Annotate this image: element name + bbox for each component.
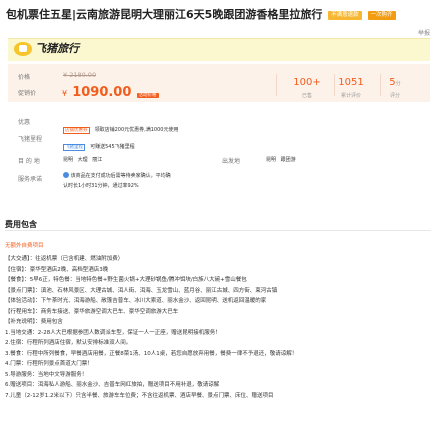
current-price-value: 1090.00 (72, 85, 132, 100)
package-line: 【体验活动】：下午茶时光、洱海游船、敞篷吉普车、冰川大索道、丽水金沙、返回昆明、… (5, 298, 267, 304)
origin-label: 出发地 (222, 158, 241, 165)
origin-2: 跟团游 (280, 157, 296, 163)
package-line: 6.赠送项目：洱海私人游船、丽水金沙、吉普车网红旅拍，赠送项目不用补退，敬请谅解 (5, 382, 220, 388)
fliggy-logo: 飞猪旅行 (14, 41, 84, 57)
rating-unit: 分 (395, 81, 401, 87)
package-details: 【大交通】：往返机票（已含机建、燃油附加费） 【住宿】：豪华型酒店2晚、高档型酒… (5, 254, 435, 401)
package-line: 1.当地交通：2-28人大巴根据参团人数调派车型，保证一人一正座，赠送昆明接机服… (5, 329, 221, 336)
review-count[interactable]: 1051 (326, 77, 376, 88)
product-title-text: 包机票住五星|云南旅游昆明大理丽江6天5晚跟团游香格里拉旅行 (6, 8, 323, 21)
destination-3: 丽江 (92, 157, 103, 163)
current-price: ¥ 1090.00 活动价格 (62, 81, 159, 100)
package-line: 3.餐食：行程中所列餐食，早餐酒店用餐，正餐8菜1汤、10人1桌，若您自愿放弃用… (5, 350, 298, 357)
service-promise: 该商品在支付成功后需等待卖家确认，平均确 认时长1小时31分钟，通过率92% (63, 172, 171, 189)
package-line: 【行程用车】：商务车接送、豪华旅游空调大巴车、豪华空调旅游大巴车 (5, 308, 179, 315)
package-line: 【补充说明】：费用包含 (5, 319, 63, 325)
original-price-label: 价格 (18, 74, 31, 81)
destination-2: 大理 (77, 157, 88, 163)
origin-1: 昆明 (266, 157, 277, 163)
promo-label: 优惠 (18, 119, 31, 126)
service-label: 服务承诺 (18, 176, 43, 183)
price-badge: 活动价格 (136, 93, 159, 98)
origin-values: 昆明 跟团游 (266, 156, 296, 163)
package-line: 7.儿童（2-12岁1.2米以下）只含半餐、旅游车车位费；不含往返机票、酒店早餐… (5, 392, 274, 399)
product-title: 包机票住五星|云南旅游昆明大理丽江6天5晚跟团游香格里拉旅行 不满意退款 一次购… (6, 7, 432, 23)
service-line-1: 该商品在支付成功后需等待卖家确认，平均确 (70, 173, 171, 179)
title-tag-refund: 不满意退款 (328, 11, 362, 20)
verified-check-icon (63, 172, 69, 178)
package-line: 4.门票：行程所列景点首道大门票！ (5, 361, 93, 367)
points-tag: 飞猪里程 (63, 144, 85, 151)
package-section-title: 费用包含 (5, 220, 37, 229)
package-line: 5.导游服务：当地中文导游服务！ (5, 371, 88, 378)
sold-count: 100+ (293, 77, 321, 88)
stat-divider (276, 74, 277, 96)
original-price-value: ¥ 2180.00 (63, 71, 97, 79)
rating-label: 评分 (389, 93, 400, 99)
report-link[interactable]: 举报 (418, 28, 430, 37)
points-row: 飞猪里程 可赚送545飞猪里程 (63, 133, 135, 152)
package-line: 2.住宿：行程所列酒店住宿，默认安排标准双人间。 (5, 340, 132, 346)
destination-values: 昆明 大理 丽江 (63, 156, 102, 163)
points-label: 飞猪里程 (18, 136, 43, 143)
service-line-2: 认时长1小时31分钟，通过率92% (63, 183, 139, 189)
package-line: 【景点门票】：滇池、石林风景区、大理古城、洱人街、洱海、玉龙雪山、蓝月谷、丽江古… (5, 287, 278, 294)
review-label: 累计评价 (340, 93, 361, 99)
destination-1: 昆明 (63, 157, 74, 163)
package-line: 【住宿】：豪华型酒店2晚、高档型酒店3晚 (5, 266, 109, 273)
no-extra-cost-label: 无额外自费项目 (5, 243, 44, 249)
currency-symbol: ¥ (62, 89, 68, 98)
title-tag-oneshop: 一次购齐 (367, 11, 396, 20)
pig-logo-icon (14, 42, 32, 56)
current-price-label: 促销价 (18, 90, 37, 97)
points-text: 可赚送545飞猪里程 (90, 144, 135, 150)
package-line: 【餐食】：5早6正，特色餐：当地特色餐+野生菌火锅+大理砂锅鱼/腾冲饵块/白族八… (5, 277, 247, 283)
section-divider (5, 230, 431, 231)
destination-label: 目 的 地 (18, 158, 40, 165)
logo-text: 飞猪旅行 (35, 42, 79, 55)
package-line: 【大交通】：往返机票（已含机建、燃油附加费） (5, 256, 124, 262)
sold-label: 已售 (301, 93, 312, 99)
rating-score: 5分 (370, 77, 420, 88)
